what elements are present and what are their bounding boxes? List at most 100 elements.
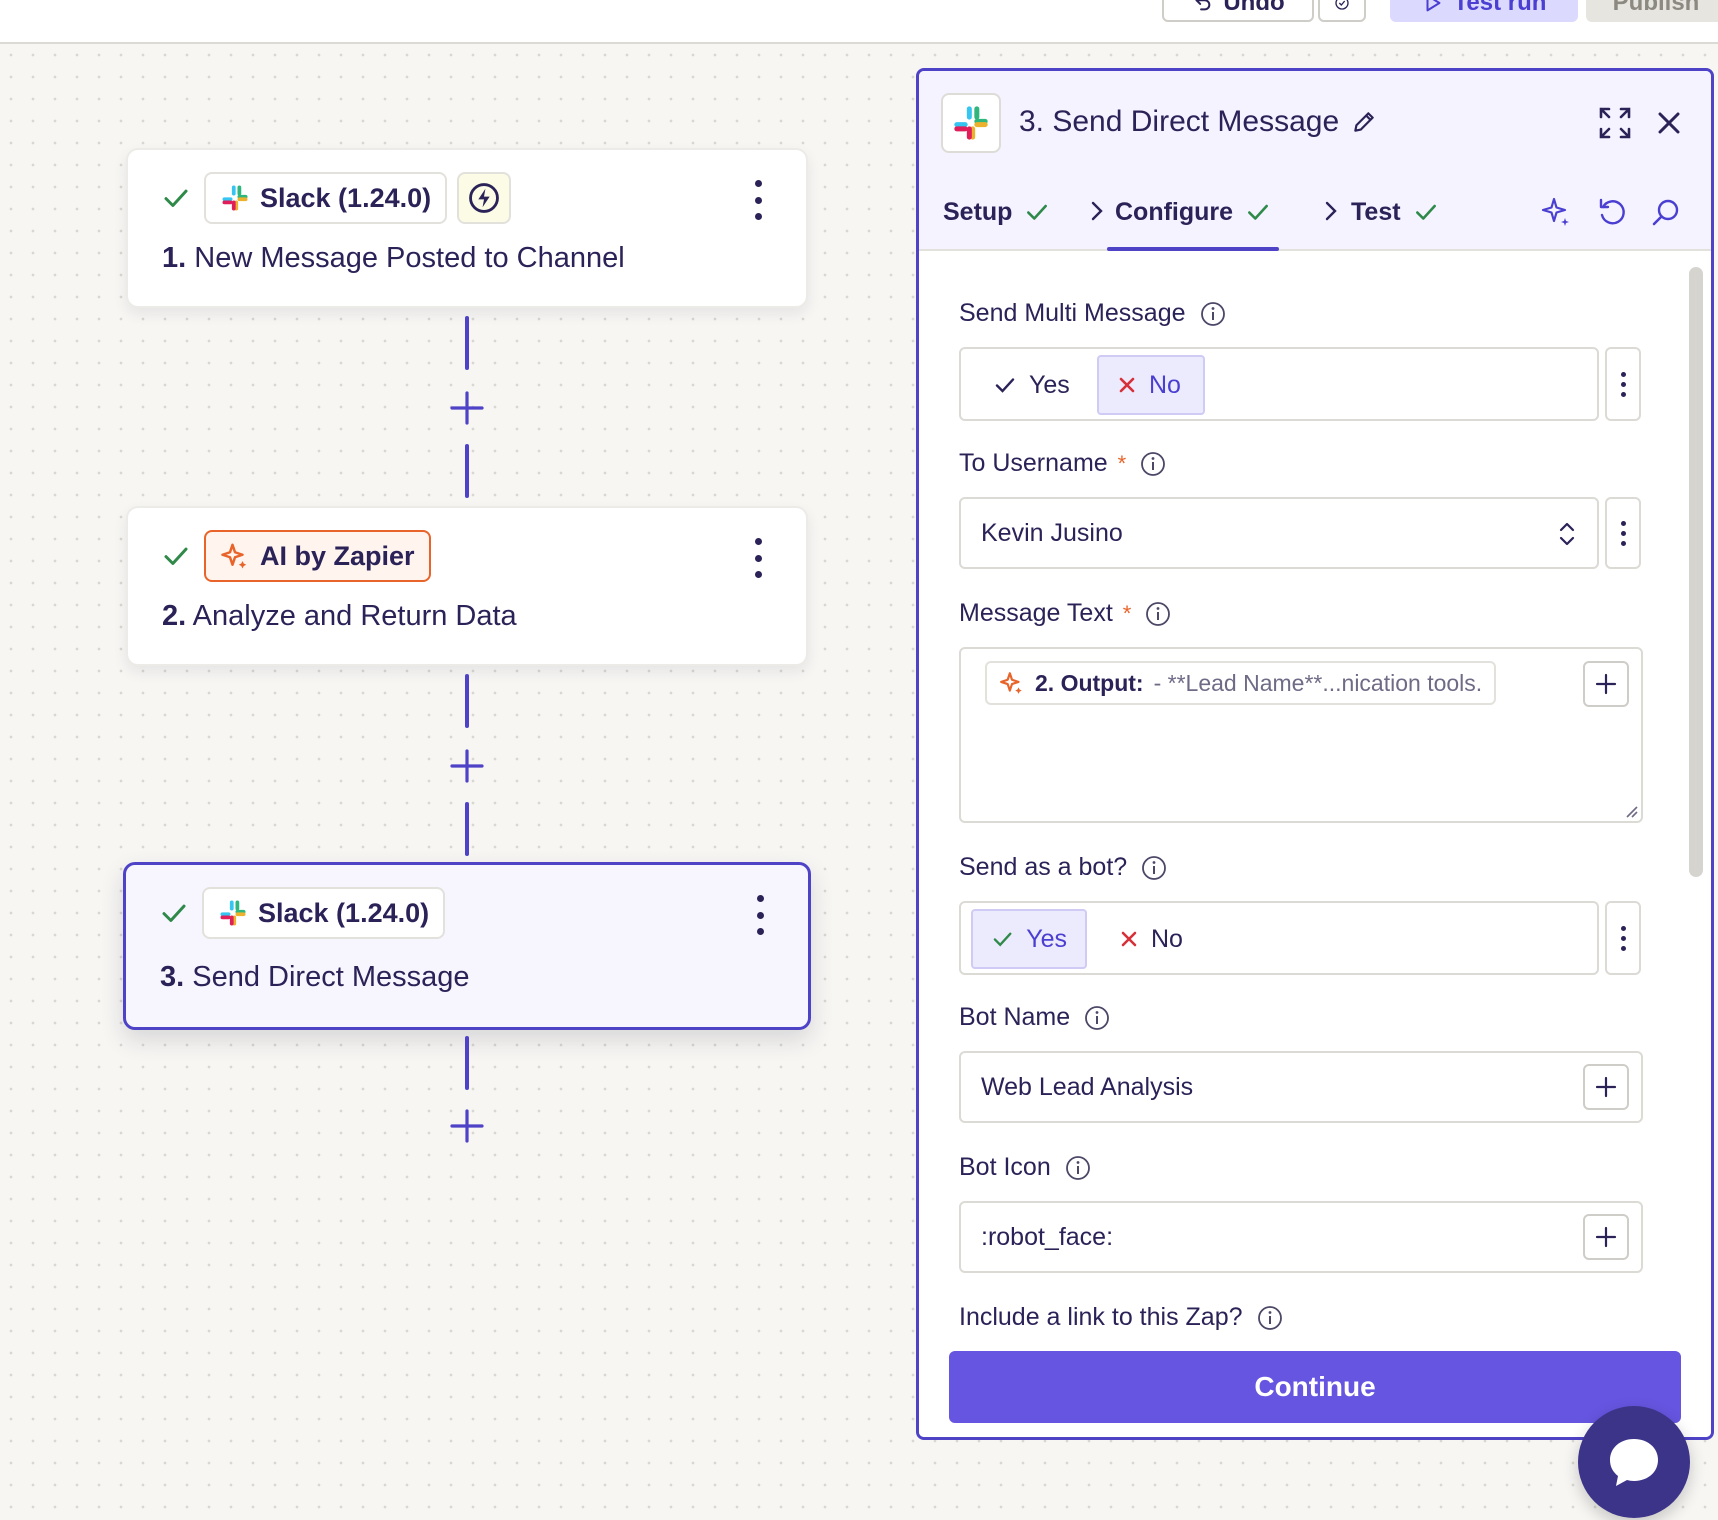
step-title: 2. Analyze and Return Data xyxy=(162,600,517,632)
insert-data-button[interactable] xyxy=(1583,1064,1629,1110)
add-step-plus-icon[interactable] xyxy=(449,1108,485,1144)
scrollbar-thumb[interactable] xyxy=(1689,267,1703,877)
app-name: Slack (1.24.0) xyxy=(258,897,430,928)
step-card-2[interactable]: AI by Zapier 2. Analyze and Return Data xyxy=(126,506,808,666)
send-as-bot-no-option[interactable]: No xyxy=(1101,909,1201,969)
resize-handle-icon[interactable] xyxy=(1623,803,1639,819)
trigger-badge xyxy=(457,172,512,224)
bot-name-input[interactable]: Web Lead Analysis xyxy=(959,1051,1643,1123)
multi-message-toggle: Yes No xyxy=(959,347,1599,421)
field-label: Include a link to this Zap? xyxy=(959,1303,1283,1331)
check-icon xyxy=(993,932,1012,947)
expand-icon[interactable] xyxy=(1597,105,1633,141)
info-icon[interactable] xyxy=(1140,451,1166,477)
chat-bubble-icon xyxy=(1610,1439,1658,1486)
chat-support-button[interactable] xyxy=(1578,1406,1690,1518)
app-chip[interactable]: AI by Zapier xyxy=(204,530,431,582)
to-username-select[interactable]: Kevin Jusino xyxy=(959,497,1599,569)
publish-button[interactable]: Publish xyxy=(1586,0,1718,22)
step-card-1[interactable]: Slack (1.24.0) 1. New Message Posted to … xyxy=(126,148,808,308)
panel-header: 3. Send Direct Message xyxy=(919,71,1711,175)
step-menu-button[interactable] xyxy=(748,538,768,578)
top-toolbar: Undo Test run Publish xyxy=(0,0,1718,44)
tab-setup[interactable]: Setup xyxy=(943,175,1050,249)
add-step-plus-icon[interactable] xyxy=(449,748,485,784)
bot-name-value: Web Lead Analysis xyxy=(981,1073,1194,1101)
check-icon xyxy=(1027,204,1048,220)
check-icon xyxy=(156,895,192,931)
field-options-button[interactable] xyxy=(1605,497,1641,569)
bot-icon-value: :robot_face: xyxy=(981,1223,1114,1251)
check-icon xyxy=(158,538,194,574)
close-icon[interactable] xyxy=(1655,109,1683,137)
plus-icon xyxy=(1595,1226,1617,1248)
send-as-bot-yes-option[interactable]: Yes xyxy=(971,909,1087,969)
add-step-plus-icon[interactable] xyxy=(449,390,485,426)
publish-label: Publish xyxy=(1612,0,1700,16)
panel-title: 3. Send Direct Message xyxy=(1019,105,1377,139)
step-card-3[interactable]: Slack (1.24.0) 3. Send Direct Message xyxy=(123,862,811,1030)
play-icon xyxy=(1426,0,1440,12)
field-label: To Username * xyxy=(959,449,1166,478)
required-marker: * xyxy=(1117,450,1127,476)
continue-button[interactable]: Continue xyxy=(949,1351,1681,1423)
info-icon[interactable] xyxy=(1141,855,1167,881)
field-label: Send Multi Message xyxy=(959,299,1226,328)
step-menu-button[interactable] xyxy=(748,180,768,220)
connector-line xyxy=(465,1036,469,1090)
panel-title-text: 3. Send Direct Message xyxy=(1019,105,1340,138)
app-chip[interactable]: Slack (1.24.0) xyxy=(204,172,448,224)
refresh-icon[interactable] xyxy=(1595,195,1629,229)
info-icon[interactable] xyxy=(1084,1005,1110,1031)
field-label: Send as a bot? xyxy=(959,853,1167,882)
multi-message-no-option[interactable]: No xyxy=(1097,355,1205,415)
check-icon xyxy=(995,378,1015,393)
undo-label: Undo xyxy=(1223,0,1285,16)
pill-preview-text: - **Lead Name**...nication tools. xyxy=(1153,669,1483,696)
panel-tabs: Setup Configure Test xyxy=(919,175,1711,251)
select-arrows-icon xyxy=(1559,522,1575,546)
info-icon[interactable] xyxy=(1145,601,1171,627)
slack-icon xyxy=(954,106,988,140)
multi-message-yes-option[interactable]: Yes xyxy=(975,355,1088,415)
history-button[interactable] xyxy=(1318,0,1366,22)
mapped-field-pill[interactable]: 2. Output: - **Lead Name**...nication to… xyxy=(985,661,1497,705)
slack-icon xyxy=(220,900,246,926)
slack-icon xyxy=(222,185,248,211)
insert-data-button[interactable] xyxy=(1583,1214,1629,1260)
field-label: Bot Name xyxy=(959,1003,1110,1032)
step-card-header: Slack (1.24.0) xyxy=(158,172,512,224)
undo-button[interactable]: Undo xyxy=(1162,0,1314,22)
plus-icon xyxy=(1595,1076,1617,1098)
field-options-button[interactable] xyxy=(1605,901,1641,975)
test-run-label: Test run xyxy=(1453,0,1547,16)
check-icon xyxy=(1248,204,1269,220)
bot-icon-input[interactable]: :robot_face: xyxy=(959,1201,1643,1273)
connector-line xyxy=(465,444,469,498)
edit-pencil-icon[interactable] xyxy=(1351,109,1377,135)
step-card-header: Slack (1.24.0) xyxy=(156,887,446,939)
sparkle-icon xyxy=(221,543,247,569)
panel-app-logo xyxy=(941,93,1001,153)
field-options-button[interactable] xyxy=(1605,347,1641,421)
insert-data-button[interactable] xyxy=(1583,661,1629,707)
pill-step-label: 2. Output: xyxy=(1035,669,1144,696)
tab-configure[interactable]: Configure xyxy=(1106,175,1280,251)
app-name: Slack (1.24.0) xyxy=(260,182,432,213)
info-icon[interactable] xyxy=(1257,1305,1283,1331)
info-icon[interactable] xyxy=(1200,301,1226,327)
info-icon[interactable] xyxy=(1065,1155,1091,1181)
ai-sparkle-icon[interactable] xyxy=(1539,195,1573,229)
app-chip[interactable]: Slack (1.24.0) xyxy=(202,887,446,939)
test-run-button[interactable]: Test run xyxy=(1390,0,1578,22)
step-title: 1. New Message Posted to Channel xyxy=(162,242,625,274)
field-label: Message Text * xyxy=(959,599,1171,628)
trigger-icon xyxy=(469,183,499,213)
check-icon xyxy=(1415,204,1436,220)
sparkle-icon xyxy=(1000,672,1022,694)
step-menu-button[interactable] xyxy=(750,895,770,935)
tab-test[interactable]: Test xyxy=(1351,175,1439,249)
message-text-input[interactable]: 2. Output: - **Lead Name**...nication to… xyxy=(959,647,1643,823)
search-icon[interactable] xyxy=(1649,195,1683,229)
plus-icon xyxy=(1595,673,1617,695)
